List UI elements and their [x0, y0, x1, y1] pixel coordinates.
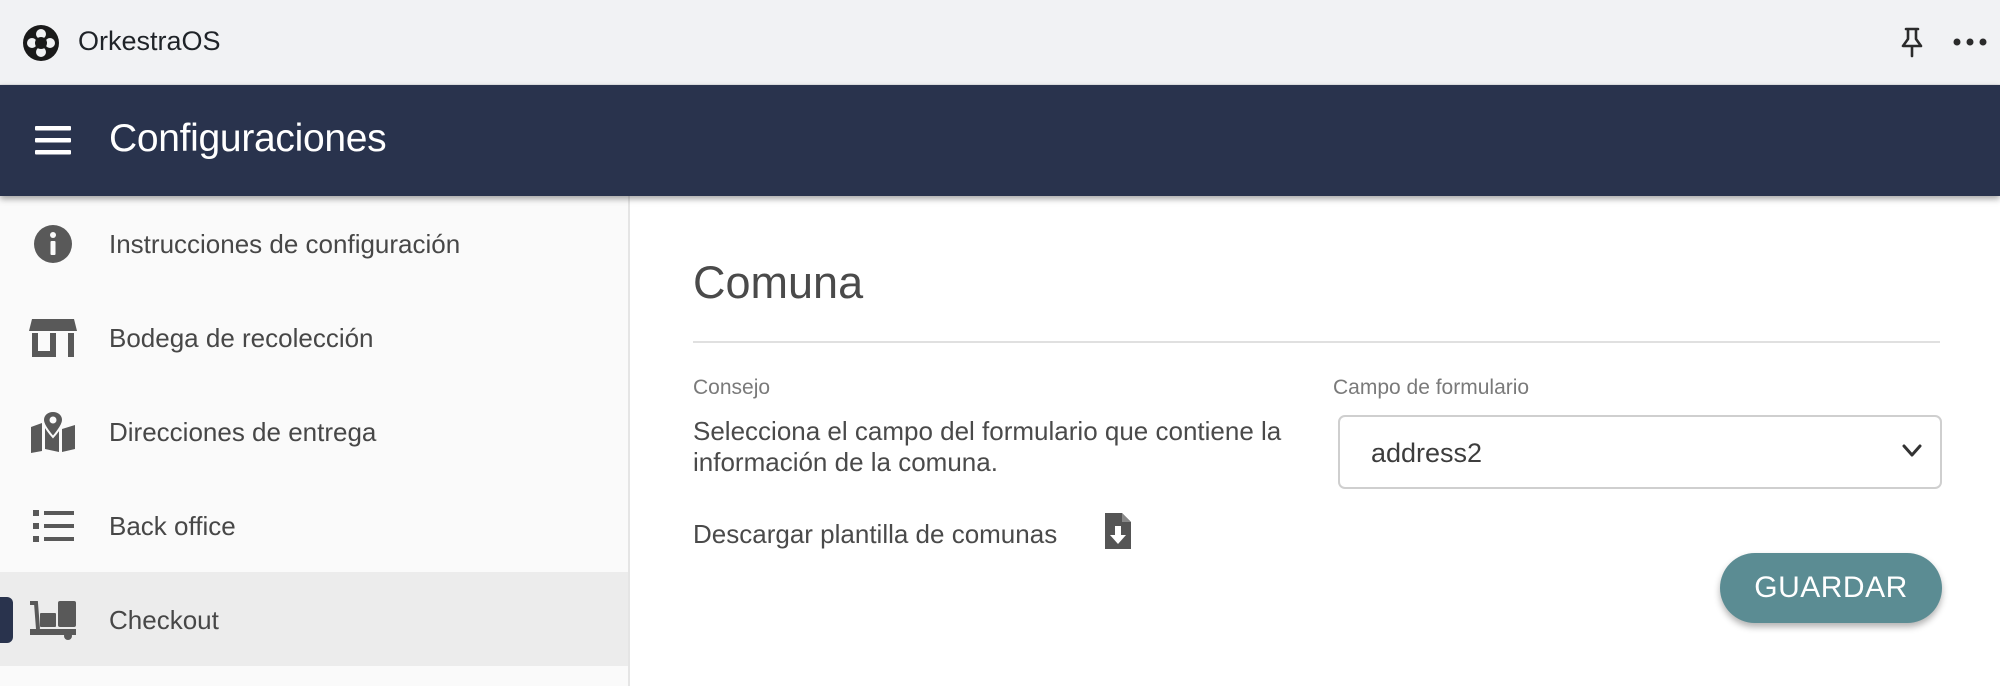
form-field-select[interactable]: address2 [1338, 415, 1942, 489]
form-field-label: Campo de formulario [1333, 376, 1530, 399]
sidebar-item-label: Back office [109, 511, 236, 541]
sidebar-item-label: Instrucciones de configuración [109, 229, 461, 259]
dolly-icon [30, 601, 76, 640]
sidebar-item-checkout[interactable]: Checkout [0, 572, 628, 666]
divider [693, 341, 1940, 343]
sidebar-nav: Instrucciones de configuración Bodega de… [0, 196, 630, 686]
more-options-icon[interactable] [1952, 29, 1988, 55]
sidebar-item-direcciones[interactable]: Direcciones de entrega [0, 384, 628, 478]
store-icon [29, 319, 77, 357]
chevron-down-icon [1902, 444, 1922, 457]
sidebar-item-label: Checkout [109, 605, 219, 635]
save-button[interactable]: GUARDAR [1720, 553, 1942, 623]
sidebar-item-back-office[interactable]: Back office [0, 478, 628, 572]
orkestra-logo-icon [23, 25, 59, 61]
map-pin-icon [31, 411, 75, 453]
hamburger-menu-icon[interactable] [34, 121, 72, 159]
page-title: Configuraciones [109, 117, 387, 160]
list-icon [33, 510, 74, 542]
sidebar-item-bodega[interactable]: Bodega de recolección [0, 290, 628, 384]
sidebar-item-label: Direcciones de entrega [109, 417, 377, 447]
hint-text: Selecciona el campo del formulario que c… [693, 416, 1282, 477]
download-template-link[interactable]: Descargar plantilla de comunas [693, 519, 1057, 550]
select-value: address2 [1371, 438, 1483, 468]
info-icon [34, 225, 72, 263]
hint-label: Consejo [693, 376, 771, 399]
app-header: Configuraciones [0, 85, 2000, 196]
file-download-icon[interactable] [1103, 511, 1133, 551]
sidebar-item-instrucciones[interactable]: Instrucciones de configuración [0, 196, 628, 290]
active-indicator [0, 597, 13, 643]
app-name: OrkestraOS [78, 26, 221, 56]
pin-icon[interactable] [1898, 26, 1926, 58]
sidebar-item-label: Bodega de recolección [109, 323, 374, 353]
window-titlebar: OrkestraOS [0, 0, 2000, 85]
section-title: Comuna [693, 257, 864, 308]
